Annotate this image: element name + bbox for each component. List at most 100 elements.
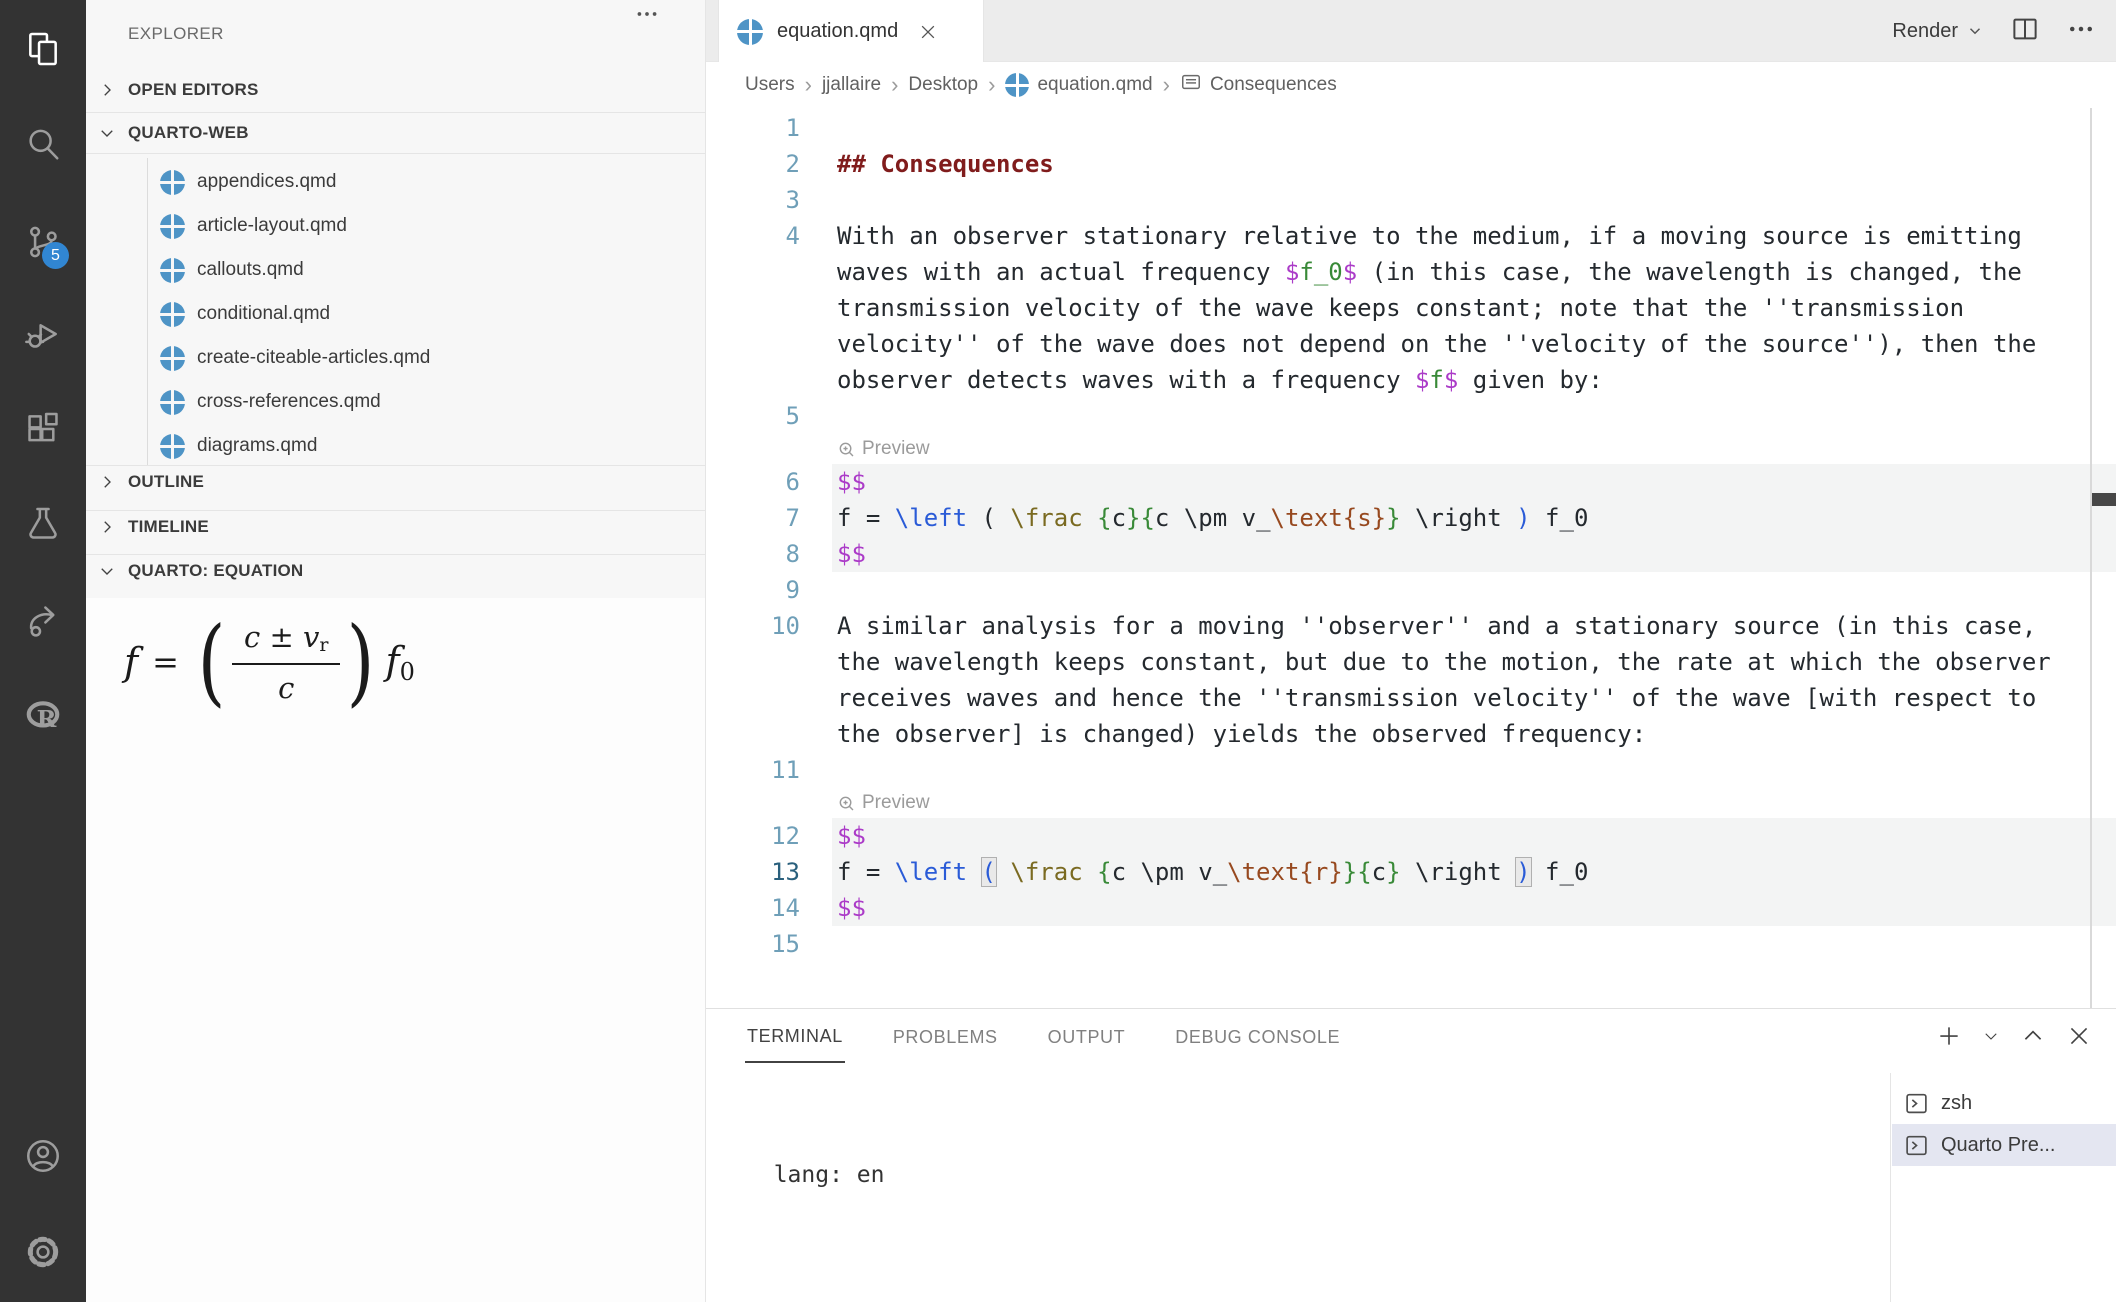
chevron-down-icon [98,562,116,580]
section-timeline[interactable]: TIMELINE [86,512,706,542]
code-token: \right [1401,858,1517,886]
r-language-icon[interactable]: R [0,688,86,744]
source-control-icon[interactable]: 5 [0,214,86,270]
terminal-instance-item[interactable]: Quarto Pre... [1892,1124,2116,1166]
panel-divider [1890,1073,1891,1302]
extensions-icon[interactable] [0,401,86,457]
code-text[interactable] [832,110,2116,146]
code-text[interactable]: velocity'' of the wave does not depend o… [832,326,2116,362]
section-open-editors[interactable]: OPEN EDITORS [86,75,706,105]
file-item[interactable]: callouts.qmd [86,248,706,292]
heading-symbol-icon [1180,71,1202,99]
terminal-list: zshQuarto Pre... [1892,1082,2116,1166]
terminal-output[interactable]: lang: en Output created: equation.html W… [746,1105,1189,1302]
code-text[interactable]: f = \left ( \frac {c \pm v_\text{r}}{c} … [832,854,2116,890]
code-token: \right [1401,504,1517,532]
file-item[interactable]: create-citeable-articles.qmd [86,336,706,380]
line-number: 6 [706,464,800,500]
left-paren: ( [198,622,226,703]
breadcrumb-jjallaire[interactable]: jjallaire [822,74,881,96]
close-panel-icon[interactable] [2066,1023,2092,1054]
line-number: 13 [706,854,800,890]
code-token: ## Consequences [837,150,1054,178]
code-text[interactable] [832,398,2116,434]
file-item[interactable]: appendices.qmd [86,160,706,204]
code-text[interactable]: transmission velocity of the wave keeps … [832,290,2116,326]
split-editor-icon[interactable] [2010,14,2040,49]
code-token: f_0 [1531,858,1589,886]
code-row: 6 $$ [706,464,2116,500]
tab-equation-qmd[interactable]: equation.qmd [718,0,984,63]
line-number: 14 [706,890,800,926]
activity-bar: 5 R [0,0,86,1302]
section-outline[interactable]: OUTLINE [86,467,706,497]
codelens-preview[interactable]: Preview [832,788,2116,818]
section-quarto-web[interactable]: QUARTO-WEB [86,118,706,148]
explorer-icon[interactable] [0,21,86,77]
code-text[interactable]: $$ [832,890,2116,926]
breadcrumb-users[interactable]: Users [745,74,795,96]
code-text[interactable]: A similar analysis for a moving ''observ… [832,608,2116,644]
maximize-panel-icon[interactable] [2020,1023,2046,1054]
testing-icon[interactable] [0,496,86,552]
line-number: 9 [706,572,800,608]
search-icon[interactable] [0,116,86,172]
code-text[interactable]: the wavelength keeps constant, but due t… [832,644,2116,680]
code-text[interactable] [832,926,2116,962]
account-icon[interactable] [0,1128,86,1184]
code-text[interactable] [832,752,2116,788]
codelens-preview[interactable]: Preview [832,434,2116,464]
code-text[interactable]: With an observer stationary relative to … [832,218,2116,254]
code-text[interactable]: waves with an actual frequency $f_0$ (in… [832,254,2116,290]
line-number [706,434,800,464]
tab-output[interactable]: OUTPUT [1046,1013,1128,1062]
code-text[interactable]: ## Consequences [832,146,2116,182]
section-quarto-equation[interactable]: QUARTO: EQUATION [86,556,706,586]
code-token [996,858,1010,886]
settings-gear-icon[interactable] [0,1224,86,1280]
code-text[interactable]: $$ [832,464,2116,500]
file-name: conditional.qmd [197,303,330,325]
file-item[interactable]: cross-references.qmd [86,380,706,424]
code-row: the observer] is changed) yields the obs… [706,716,2116,752]
code-row: 14 $$ [706,890,2116,926]
code-token: $ [1415,366,1429,394]
new-terminal-icon[interactable] [1936,1023,1962,1054]
run-debug-icon[interactable] [0,306,86,362]
terminal-instance-item[interactable]: zsh [1892,1082,2116,1124]
render-button[interactable]: Render [1892,20,1984,43]
code-text[interactable]: the observer] is changed) yields the obs… [832,716,2116,752]
code-row: transmission velocity of the wave keeps … [706,290,2116,326]
file-item[interactable]: conditional.qmd [86,292,706,336]
explorer-more-actions-icon[interactable] [629,2,665,26]
scrollbar-track[interactable] [2090,108,2092,1008]
code-text[interactable]: $$ [832,536,2116,572]
code-text[interactable]: $$ [832,818,2116,854]
file-item[interactable]: article-layout.qmd [86,204,706,248]
code-token: $ [1444,366,1458,394]
code-token: velocity'' of the wave does not depend o… [837,330,2036,358]
code-text[interactable]: observer detects waves with a frequency … [832,362,2116,398]
code-row: waves with an actual frequency $f_0$ (in… [706,254,2116,290]
live-share-icon[interactable] [0,593,86,649]
terminal-dropdown-icon[interactable] [1982,1027,2000,1050]
code-token: }{ [1126,504,1155,532]
tab-debug-console[interactable]: DEBUG CONSOLE [1173,1013,1342,1062]
code-text[interactable] [832,182,2116,218]
code-text[interactable]: receives waves and hence the ''transmiss… [832,680,2116,716]
quarto-file-icon [737,19,763,45]
code-text[interactable] [832,572,2116,608]
quarto-file-icon [160,346,185,371]
close-icon[interactable] [914,18,942,46]
breadcrumb-desktop[interactable]: Desktop [908,74,978,96]
more-actions-icon[interactable] [2066,14,2096,49]
quarto-file-icon [1005,73,1029,97]
tab-terminal[interactable]: TERMINAL [745,1012,845,1063]
code-token: $ [1343,258,1357,286]
breadcrumb-symbol[interactable]: Consequences [1180,71,1337,99]
tab-problems[interactable]: PROBLEMS [891,1013,1000,1062]
file-item[interactable]: diagrams.qmd [86,424,706,468]
code-text[interactable]: f = \left ( \frac {c}{c \pm v_\text{s}} … [832,500,2116,536]
breadcrumb-file[interactable]: equation.qmd [1005,73,1152,97]
code-row: receives waves and hence the ''transmiss… [706,680,2116,716]
